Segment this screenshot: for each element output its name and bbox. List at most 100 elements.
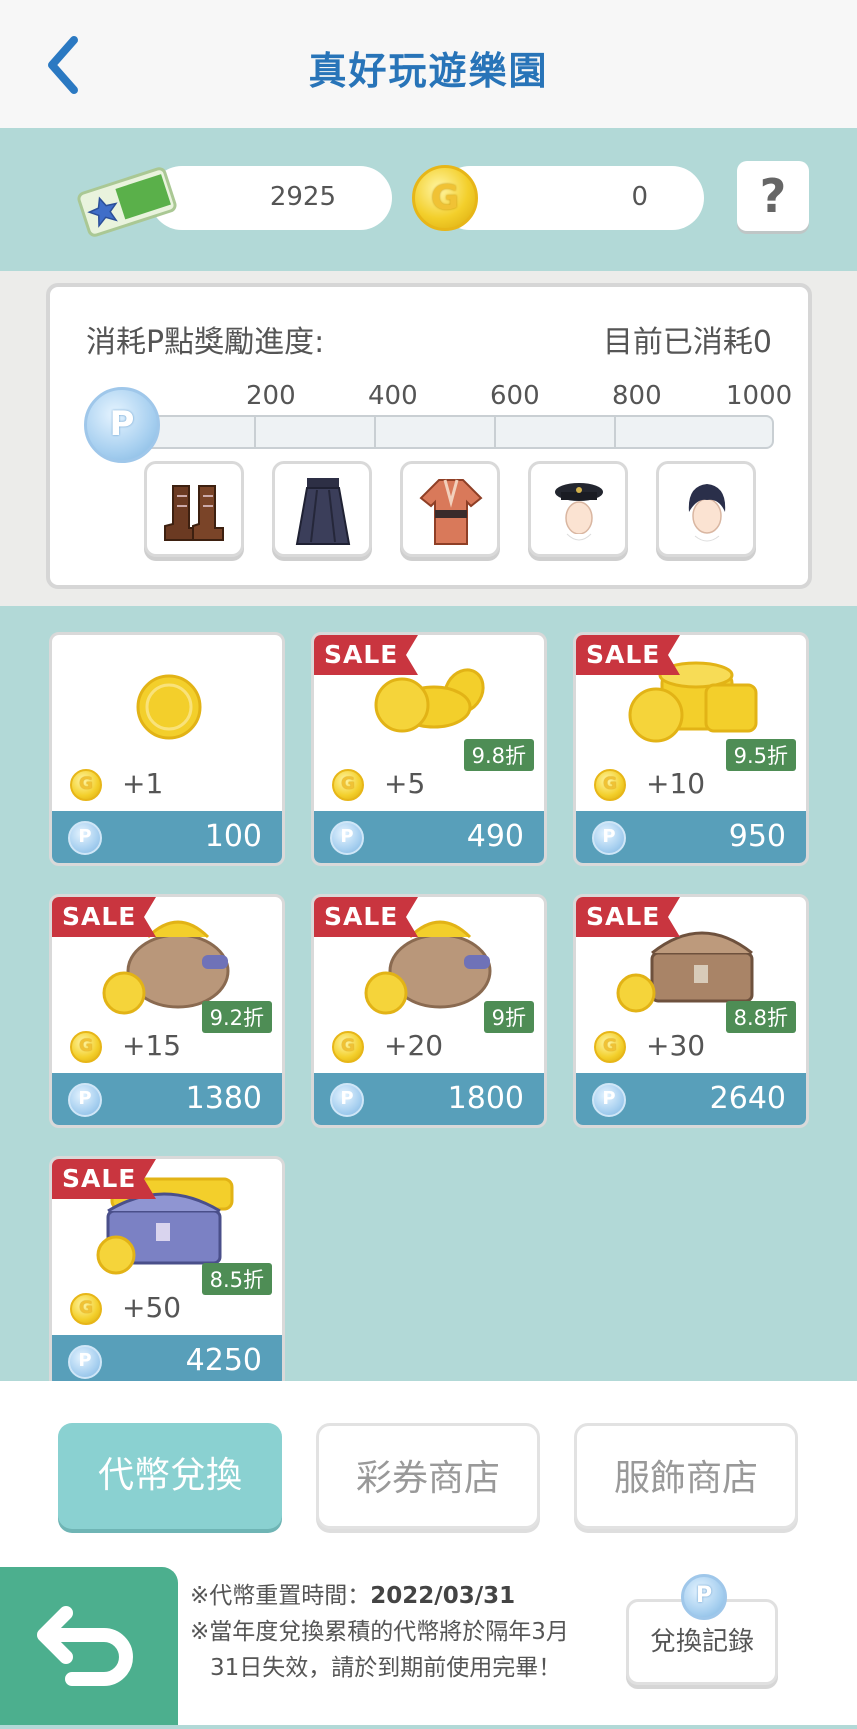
g-coin-icon: G xyxy=(594,769,626,801)
price-bar: P 100 xyxy=(52,811,282,863)
product-card[interactable]: SALE 8.8折 G +30 P 2640 xyxy=(573,894,809,1128)
p-point-icon: P xyxy=(330,821,364,855)
p-point-icon: P xyxy=(84,387,160,463)
product-card[interactable]: G +1 P 100 xyxy=(49,632,285,866)
price-bar: P 1800 xyxy=(314,1073,544,1125)
reward-progress-section: 消耗P點獎勵進度: 目前已消耗0 200 400 600 800 1000 P xyxy=(0,271,857,606)
reset-date: 2022/03/31 xyxy=(370,1583,516,1609)
discount-badge: 8.5折 xyxy=(201,1263,272,1295)
product-price: 490 xyxy=(466,819,524,854)
g-coin-count: 0 xyxy=(631,182,648,212)
progress-tick: 1000 xyxy=(726,381,793,411)
price-bar: P 490 xyxy=(314,811,544,863)
progress-tick: 200 xyxy=(246,381,296,411)
sale-label: SALE xyxy=(324,902,399,931)
g-coin-icon: G xyxy=(70,769,102,801)
tab-clothing-shop[interactable]: 服飾商店 xyxy=(574,1423,798,1529)
sale-label: SALE xyxy=(62,902,137,931)
expiry-line-2: 31日失效，請於到期前使用完畢！ xyxy=(210,1655,562,1681)
product-card[interactable]: SALE 9.5折 G +10 P 950 xyxy=(573,632,809,866)
reward-boots[interactable] xyxy=(144,461,244,557)
price-bar: P 2640 xyxy=(576,1073,806,1125)
g-coin-icon: G xyxy=(412,165,478,231)
kimono-icon xyxy=(419,479,483,545)
discount-badge: 9折 xyxy=(483,1001,534,1033)
product-quantity: +5 xyxy=(384,767,426,800)
hakama-icon xyxy=(295,478,351,545)
progress-divider xyxy=(254,417,256,447)
hairstyle-icon xyxy=(688,484,726,542)
price-bar: P 4250 xyxy=(52,1335,282,1381)
coin-product-grid: G +1 P 100 SALE 9.8折 G +5 P 490 SALE 9.5… xyxy=(0,606,857,1381)
progress-divider xyxy=(494,417,496,447)
discount-badge: 8.8折 xyxy=(725,1001,796,1033)
product-card[interactable]: SALE 9.2折 G +15 P 1380 xyxy=(49,894,285,1128)
progress-divider xyxy=(374,417,376,447)
price-bar: P 950 xyxy=(576,811,806,863)
product-price: 1800 xyxy=(447,1081,524,1116)
notice-text: ※代幣重置時間：2022/03/31 ※當年度兌換累積的代幣將於隔年3月 31日… xyxy=(190,1578,569,1686)
p-point-icon: P xyxy=(330,1083,364,1117)
ticket-count: 2925 xyxy=(269,182,336,212)
product-quantity: +20 xyxy=(384,1029,444,1062)
help-button[interactable]: ? xyxy=(737,161,809,231)
g-coin-icon: G xyxy=(594,1031,626,1063)
tab-lottery-shop[interactable]: 彩券商店 xyxy=(316,1423,540,1529)
p-point-icon: P xyxy=(592,1083,626,1117)
product-quantity: +15 xyxy=(122,1029,182,1062)
p-point-icon: P xyxy=(68,1345,102,1379)
top-bar: 真好玩遊樂園 xyxy=(0,0,857,128)
progress-bar xyxy=(142,415,774,449)
product-quantity: +50 xyxy=(122,1291,182,1324)
return-arrow-icon xyxy=(37,1606,133,1686)
product-price: 100 xyxy=(204,819,262,854)
page-title: 真好玩遊樂園 xyxy=(308,49,549,93)
reward-hairstyle[interactable] xyxy=(656,461,756,557)
product-price: 2640 xyxy=(709,1081,786,1116)
progress-tick: 600 xyxy=(490,381,540,411)
product-quantity: +30 xyxy=(646,1029,706,1062)
progress-used-text: 目前已消耗0 xyxy=(602,325,772,360)
p-point-icon: P xyxy=(68,1083,102,1117)
product-card[interactable]: SALE 9.8折 G +5 P 490 xyxy=(311,632,547,866)
product-quantity: +1 xyxy=(122,767,164,800)
discount-badge: 9.5折 xyxy=(725,739,796,771)
p-point-icon: P xyxy=(681,1574,727,1620)
p-point-icon: P xyxy=(68,821,102,855)
discount-badge: 9.8折 xyxy=(463,739,534,771)
sale-label: SALE xyxy=(324,640,399,669)
progress-tick: 400 xyxy=(368,381,418,411)
product-price: 1380 xyxy=(185,1081,262,1116)
progress-label: 消耗P點獎勵進度: xyxy=(86,325,325,360)
g-coin-icon: G xyxy=(70,1031,102,1063)
sale-label: SALE xyxy=(586,902,661,931)
product-quantity: +10 xyxy=(646,767,706,800)
reward-hakama[interactable] xyxy=(272,461,372,557)
coin-icon xyxy=(136,674,202,740)
reward-kimono[interactable] xyxy=(400,461,500,557)
p-point-icon: P xyxy=(592,821,626,855)
ticket-icon xyxy=(77,167,177,237)
sale-label: SALE xyxy=(62,1164,137,1193)
product-card[interactable]: SALE 9折 G +20 P 1800 xyxy=(311,894,547,1128)
reset-time-line: ※代幣重置時間：2022/03/31 xyxy=(190,1583,516,1609)
g-coin-icon: G xyxy=(332,1031,364,1063)
progress-tick: 800 xyxy=(612,381,662,411)
product-price: 4250 xyxy=(185,1343,262,1378)
progress-divider xyxy=(614,417,616,447)
product-price: 950 xyxy=(728,819,786,854)
price-bar: P 1380 xyxy=(52,1073,282,1125)
discount-badge: 9.2折 xyxy=(201,1001,272,1033)
g-coin-icon: G xyxy=(70,1293,102,1325)
reward-officer-cap[interactable] xyxy=(528,461,628,557)
tab-coin-exchange[interactable]: 代幣兌換 xyxy=(58,1423,282,1529)
return-button[interactable] xyxy=(0,1567,178,1725)
boots-icon xyxy=(164,485,224,541)
currency-bar: 2925 0 G ? xyxy=(0,128,857,271)
expiry-line: ※當年度兌換累積的代幣將於隔年3月 xyxy=(190,1619,569,1645)
product-card[interactable]: SALE 8.5折 G +50 P 4250 xyxy=(49,1156,285,1381)
ticket-balance: 2925 xyxy=(150,166,392,230)
g-coin-icon: G xyxy=(332,769,364,801)
reward-progress-card: 消耗P點獎勵進度: 目前已消耗0 200 400 600 800 1000 P xyxy=(46,283,812,589)
officer-cap-icon xyxy=(555,483,603,541)
